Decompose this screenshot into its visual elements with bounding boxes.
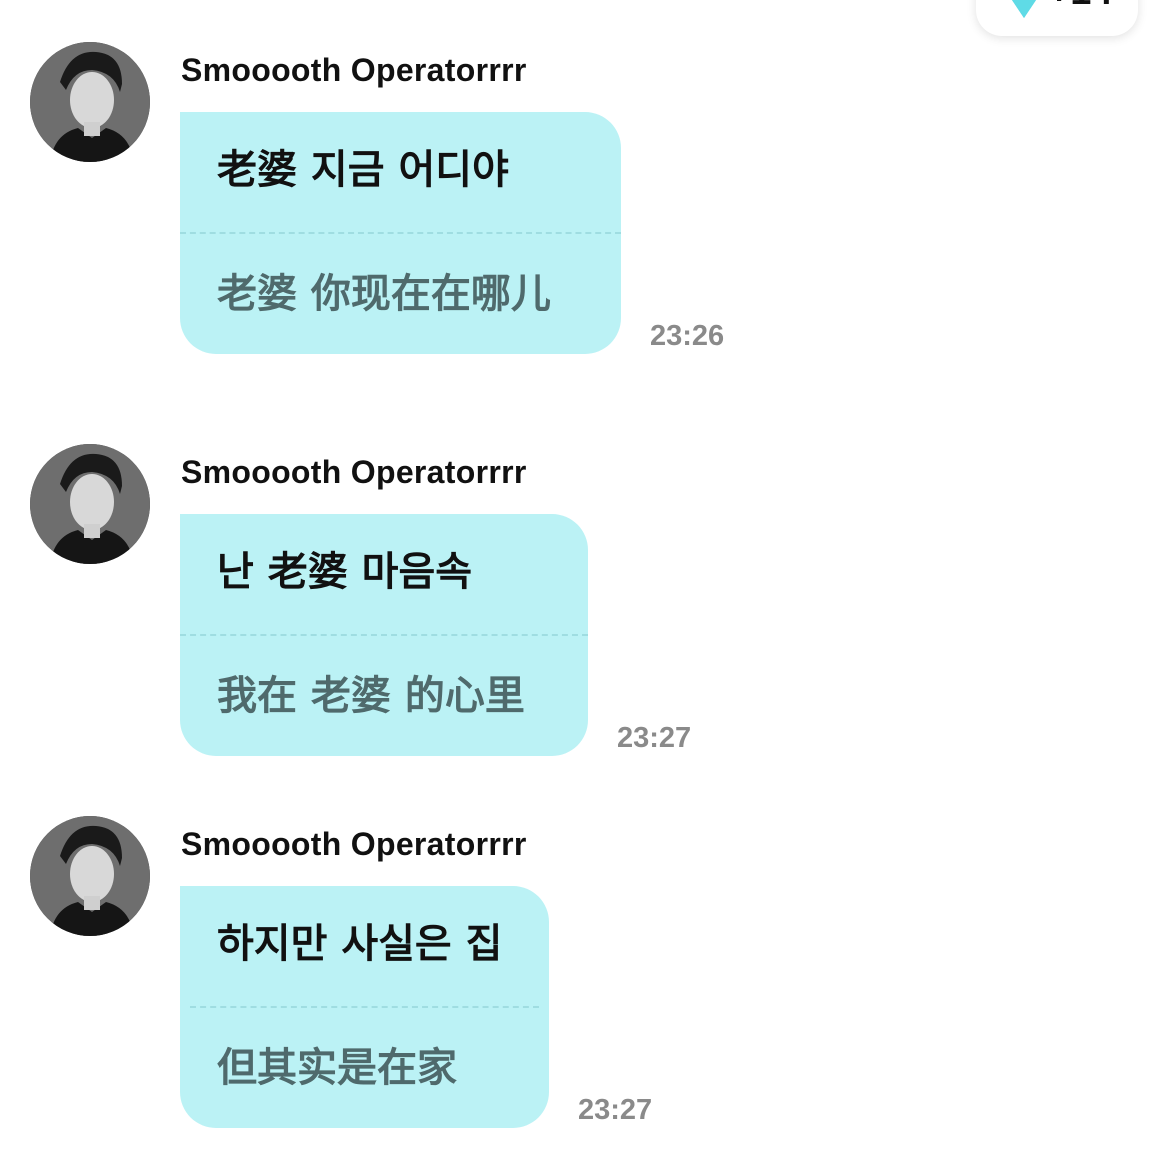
diamond-badge[interactable]: +14	[976, 0, 1138, 36]
avatar-photo	[30, 42, 150, 162]
translated-text: 老婆 你现在在哪儿	[217, 271, 551, 317]
sender-name: Smooooth Operatorrrr	[181, 826, 527, 862]
original-text: 老婆 지금 어디야	[217, 147, 509, 193]
message-bubble[interactable]: 난 老婆 마음속 我在 老婆 的心里	[180, 514, 588, 756]
translated-text: 我在 老婆 的心里	[217, 673, 525, 719]
diamond-icon	[1012, 0, 1036, 18]
timestamp: 23:27	[617, 722, 692, 754]
translation-divider	[190, 1006, 539, 1008]
avatar[interactable]	[30, 42, 150, 162]
message-bubble[interactable]: 老婆 지금 어디야 老婆 你现在在哪儿	[180, 112, 621, 354]
translation-divider	[180, 232, 621, 234]
timestamp: 23:26	[650, 320, 725, 352]
avatar[interactable]	[30, 444, 150, 564]
sender-name: Smooooth Operatorrrr	[181, 454, 527, 490]
translation-divider	[180, 634, 588, 636]
original-text: 하지만 사실은 집	[217, 921, 503, 967]
original-text: 난 老婆 마음속	[217, 549, 473, 595]
avatar[interactable]	[30, 816, 150, 936]
timestamp: 23:27	[578, 1094, 653, 1126]
message-bubble[interactable]: 하지만 사실은 집 但其实是在家	[180, 886, 549, 1128]
diamond-count: +14	[1048, 0, 1112, 14]
sender-name: Smooooth Operatorrrr	[181, 52, 527, 88]
avatar-photo	[30, 444, 150, 564]
avatar-photo	[30, 816, 150, 936]
translated-text: 但其实是在家	[217, 1045, 457, 1091]
